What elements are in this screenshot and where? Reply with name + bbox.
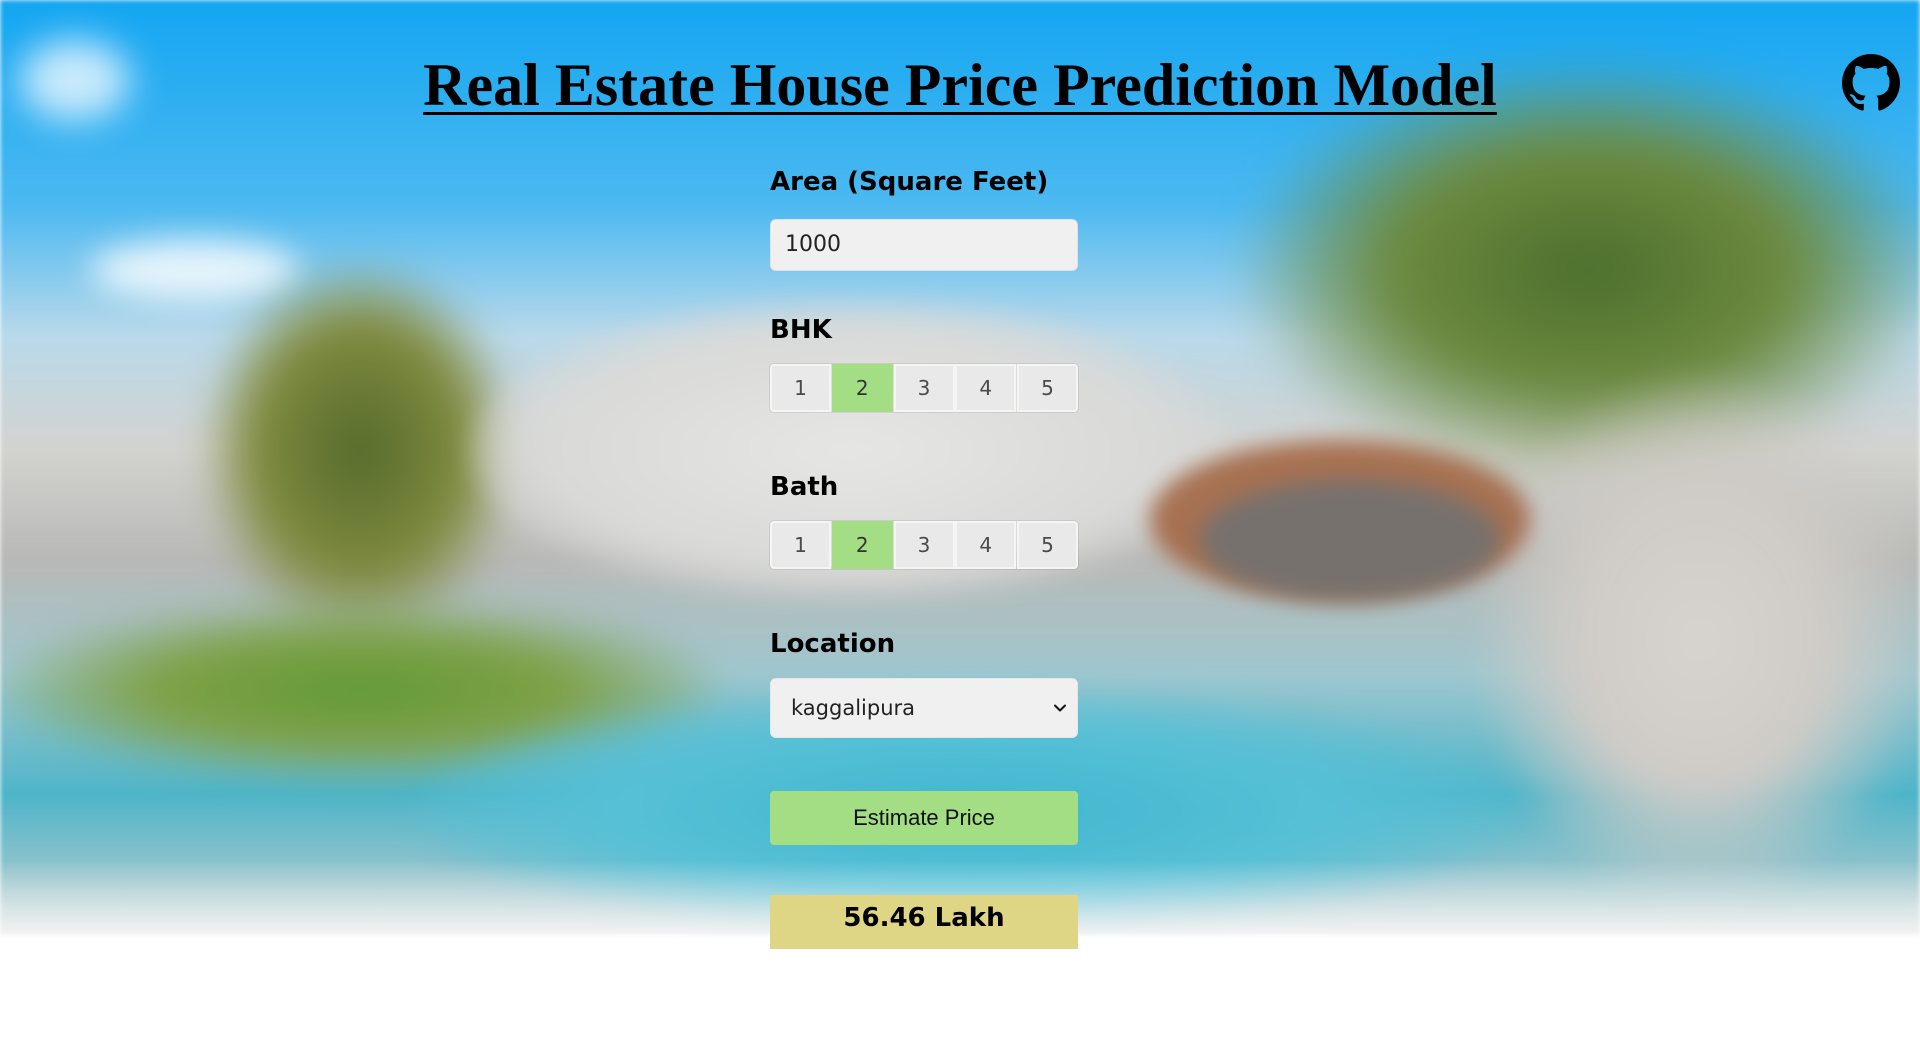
bath-selector: 1 2 3 4 5 bbox=[770, 521, 1078, 569]
page: Real Estate House Price Prediction Model… bbox=[0, 0, 1920, 1050]
bath-option-3[interactable]: 3 bbox=[893, 521, 955, 569]
chevron-down-icon bbox=[1054, 704, 1066, 712]
github-icon[interactable] bbox=[1842, 54, 1900, 112]
bath-label: Bath bbox=[770, 472, 839, 502]
area-label: Area (Square Feet) bbox=[770, 167, 1049, 197]
bhk-label: BHK bbox=[770, 315, 832, 345]
page-title: Real Estate House Price Prediction Model bbox=[423, 52, 1497, 118]
background-cloud bbox=[90, 240, 300, 300]
bhk-option-4[interactable]: 4 bbox=[955, 364, 1017, 412]
background-wall bbox=[1480, 380, 1920, 900]
bath-option-2[interactable]: 2 bbox=[831, 521, 893, 569]
bath-option-4[interactable]: 4 bbox=[955, 521, 1017, 569]
area-input[interactable]: 1000 bbox=[770, 219, 1078, 271]
bath-option-1[interactable]: 1 bbox=[770, 521, 831, 569]
estimate-price-button[interactable]: Estimate Price bbox=[770, 791, 1078, 845]
location-select[interactable]: kaggalipura bbox=[770, 678, 1078, 738]
background-windows bbox=[1200, 480, 1500, 600]
bhk-option-5[interactable]: 5 bbox=[1017, 364, 1078, 412]
bhk-option-2[interactable]: 2 bbox=[831, 364, 893, 412]
location-label: Location bbox=[770, 629, 896, 659]
location-selected-value: kaggalipura bbox=[791, 696, 916, 720]
estimated-price-result: 56.46 Lakh bbox=[770, 895, 1078, 949]
bhk-selector: 1 2 3 4 5 bbox=[770, 364, 1078, 412]
bhk-option-3[interactable]: 3 bbox=[893, 364, 955, 412]
bhk-option-1[interactable]: 1 bbox=[770, 364, 831, 412]
bath-option-5[interactable]: 5 bbox=[1017, 521, 1078, 569]
background-tree bbox=[1240, 60, 1920, 480]
